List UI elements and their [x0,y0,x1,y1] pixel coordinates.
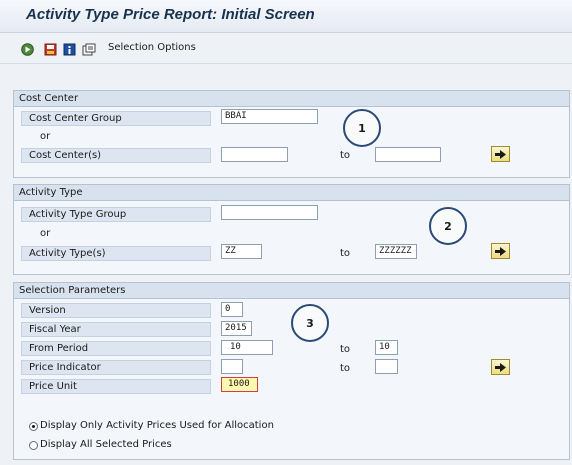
fiscal-year-input[interactable]: 2015 [221,321,252,336]
page-title: Activity Type Price Report: Initial Scre… [26,6,315,23]
from-period-input[interactable]: 10 [221,340,273,355]
activity-type-from-input[interactable]: ZZ [221,244,262,259]
cost-center-to-label: to [340,150,351,161]
arrow-right-icon [495,246,506,256]
arrow-right-icon [495,362,506,372]
cost-center-group-label-box: Cost Center Group [21,111,211,126]
activity-type-or-label: or [40,228,51,239]
radio-all-selected-prices[interactable] [29,441,38,450]
fiscal-year-label: Fiscal Year [29,324,81,335]
save-variant-icon[interactable] [43,42,57,56]
activity-types-label-box: Activity Type(s) [21,246,211,261]
cost-center-to-input[interactable] [375,147,441,162]
cost-center-group: Cost Center [13,90,570,178]
cost-center-title: Cost Center [19,93,79,104]
from-period-label-box: From Period [21,341,211,356]
info-icon[interactable] [62,42,76,56]
activity-type-title: Activity Type [19,187,83,198]
price-indicator-to-label: to [340,363,351,374]
from-period-label: From Period [29,343,89,354]
activity-type-to-input[interactable]: ZZZZZZ [375,244,417,259]
selection-options-button[interactable]: Selection Options [108,42,196,53]
version-input[interactable]: 0 [221,302,243,317]
activity-type-group-label: Activity Type Group [29,209,127,220]
period-to-label: to [340,344,351,355]
activity-type-group-label-box: Activity Type Group [21,207,211,222]
price-unit-label: Price Unit [29,381,77,392]
to-period-input[interactable]: 10 [375,340,398,355]
activity-types-label: Activity Type(s) [29,248,106,259]
callout-2: 2 [429,207,467,245]
radio-activity-prices-allocation[interactable] [29,422,38,431]
cost-centers-label-box: Cost Center(s) [21,148,211,163]
price-unit-label-box: Price Unit [21,379,211,394]
cost-centers-label: Cost Center(s) [29,150,102,161]
selection-parameters-title: Selection Parameters [19,285,126,296]
price-indicator-multiple-selection-button[interactable] [491,359,510,375]
callout-3: 3 [291,304,329,342]
cost-center-or-label: or [40,131,51,142]
cost-center-from-input[interactable] [221,147,288,162]
price-indicator-input[interactable] [221,359,243,374]
activity-type-group-input[interactable] [221,205,318,220]
radio-activity-prices-allocation-label[interactable]: Display Only Activity Prices Used for Al… [40,420,274,431]
callout-1: 1 [343,109,381,147]
activity-type-to-label: to [340,248,351,259]
price-indicator-label-box: Price Indicator [21,360,211,375]
price-indicator-label: Price Indicator [29,362,101,373]
radio-all-selected-prices-label[interactable]: Display All Selected Prices [40,439,172,450]
execute-icon[interactable] [20,42,34,56]
version-label: Version [29,305,66,316]
activity-type-group: Activity Type [13,184,570,275]
fiscal-year-label-box: Fiscal Year [21,322,211,337]
activity-type-multiple-selection-button[interactable] [491,243,510,259]
cost-center-group-label: Cost Center Group [29,113,122,124]
get-variant-icon[interactable] [82,42,96,56]
cost-center-group-input[interactable]: BBAI [221,109,318,124]
price-indicator-to-input[interactable] [375,359,398,374]
version-label-box: Version [21,303,211,318]
price-unit-input[interactable]: 1000 [221,377,258,392]
arrow-right-icon [495,149,506,159]
cost-center-multiple-selection-button[interactable] [491,146,510,162]
